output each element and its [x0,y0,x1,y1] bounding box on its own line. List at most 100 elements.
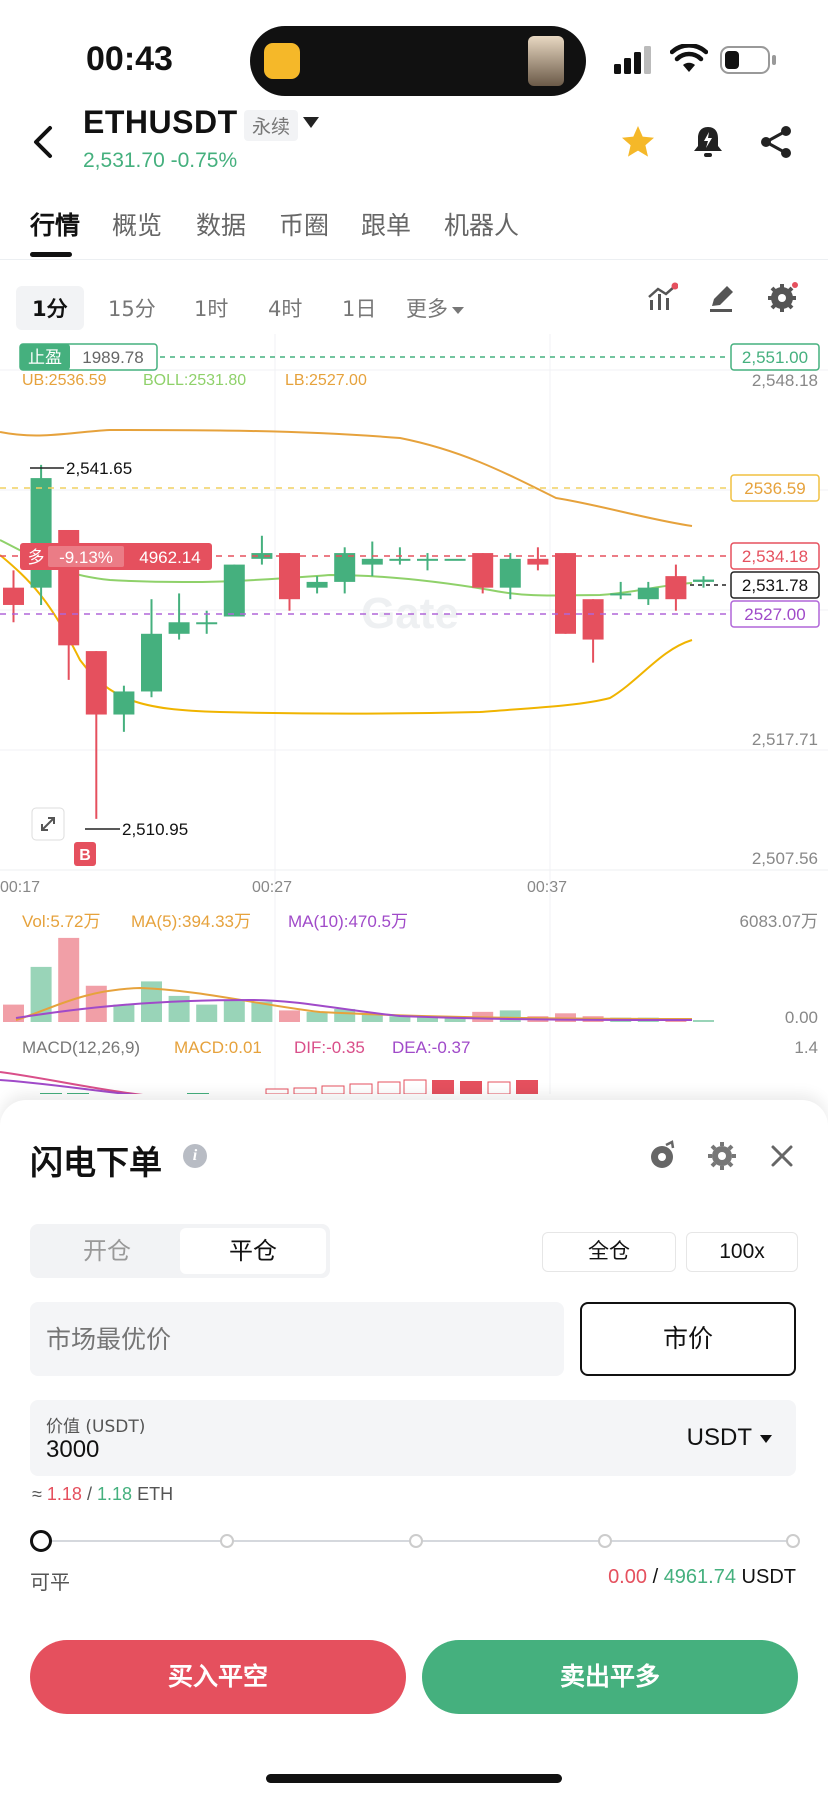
approx-eth: ≈ 1.18 / 1.18 ETH [32,1484,173,1505]
axis-top-label: 2,548.18 [752,371,818,390]
unit-select[interactable]: USDT [687,1424,772,1452]
buy-close-short-button[interactable]: 买入平空 [30,1640,406,1714]
leverage-button[interactable]: 100x [686,1232,798,1272]
home-indicator[interactable] [266,1774,562,1783]
interval-1d[interactable]: 1日 [326,286,392,330]
candle-body [582,599,604,640]
price-change: 2,531.70 -0.75% [83,149,237,173]
macd-value: MACD:0.01 [174,1038,262,1057]
value-label: 价值 (USDT) [46,1417,146,1437]
volume-bar [499,1010,521,1022]
volume-value: Vol:5.72万 [22,912,100,931]
buy-marker[interactable]: B [74,842,96,866]
slider-step[interactable] [598,1534,612,1548]
signal-icon [614,46,651,74]
interval-15m[interactable]: 15分 [92,286,172,330]
available-unit: USDT [741,1566,796,1588]
tp-price-value: 2,551.00 [742,348,808,367]
tab-community[interactable]: 币圈 [279,206,329,242]
value-field[interactable]: 价值 (USDT) 3000 USDT [30,1400,796,1476]
indicator-boll: BOLL:2531.80 [143,372,246,389]
value-input[interactable]: 3000 [46,1436,99,1464]
price-input[interactable] [30,1302,564,1376]
slider-step[interactable] [220,1534,234,1548]
volume-bar [113,1004,135,1022]
interval-4h[interactable]: 4时 [252,286,318,330]
draw-pencil-icon[interactable] [706,282,738,314]
last-price: 2,531.70 [83,149,165,172]
share-icon[interactable] [758,124,794,160]
available-label: 可平 [30,1570,70,1594]
high-marker-value: 2,541.65 [66,459,132,478]
macd-dea-line [0,1079,137,1094]
fullscreen-icon[interactable] [31,807,65,841]
kline-chart[interactable]: Gate 止盈 1989.78 UB:2536.59 BOLL:2531.80 … [0,334,828,1094]
candle-body [527,558,549,565]
slider-handle[interactable] [30,1530,52,1552]
info-icon[interactable]: i [183,1144,207,1168]
volume-ma5: MA(5):394.33万 [131,912,251,931]
position-tag[interactable]: 多 -9.13% 4962.14 [20,543,212,570]
position-side: 多 [28,548,45,568]
candle-body [113,691,135,715]
chart-settings-icon[interactable] [766,282,798,314]
candle-body [141,633,162,692]
interval-1h[interactable]: 1时 [178,286,244,330]
candle-body [223,564,245,617]
panel-title: 闪电下单 [30,1143,162,1182]
tab-copy-trade[interactable]: 跟单 [361,206,411,242]
take-profit-tag[interactable]: 止盈 1989.78 [19,343,158,371]
candle-body [389,558,411,561]
contract-type-tag[interactable]: 永续 [244,110,299,141]
take-profit-value: 1989.78 [82,348,143,367]
active-tab-indicator [30,252,72,257]
pair-title[interactable]: ETHUSDT [83,104,238,141]
market-price-button[interactable]: 市价 [580,1302,796,1376]
last-price-value: 2,531.78 [742,576,808,595]
position-price-value: 2,534.18 [742,547,808,566]
macd-dif: DIF:-0.35 [294,1038,365,1057]
change-percent: -0.75% [170,149,238,172]
candle-body [361,558,383,565]
last-price-tag: 2,531.78 [730,571,820,599]
unit-label: USDT [686,1424,752,1451]
tab-bots[interactable]: 机器人 [444,206,519,242]
approx-unit: ETH [137,1484,174,1504]
chevron-down-icon[interactable] [303,117,319,128]
alert-bell-icon[interactable] [690,124,726,160]
bollinger-upper-band [0,428,693,527]
close-icon[interactable] [765,1139,799,1173]
open-position-tab[interactable]: 开仓 [34,1228,180,1274]
indicator-icon[interactable] [646,282,678,314]
sell-close-long-button[interactable]: 卖出平多 [422,1640,798,1714]
slider-step[interactable] [409,1534,423,1548]
back-icon[interactable] [28,124,58,160]
close-position-tab[interactable]: 平仓 [180,1228,326,1274]
margin-mode-button[interactable]: 全仓 [542,1232,676,1272]
tab-data[interactable]: 数据 [196,206,246,242]
candles-group [3,464,714,819]
ub-price-value: 2536.59 [744,479,805,498]
candle-body [665,576,687,600]
approx-prefix: ≈ [32,1484,42,1504]
settings-icon[interactable] [705,1139,739,1173]
tab-market[interactable]: 行情 [30,206,80,242]
indicator-lb: LB:2527.00 [285,372,367,389]
chevron-down-icon [452,306,464,314]
tab-overview[interactable]: 概览 [112,206,162,242]
history-icon[interactable] [645,1139,679,1173]
candle-body [499,558,521,588]
slider-step[interactable] [786,1534,800,1548]
candle-body [693,579,714,582]
battery-icon [720,46,776,74]
interval-more-label: 更多 [406,297,448,321]
star-icon[interactable] [620,124,656,160]
interval-1m[interactable]: 1分 [16,286,84,330]
position-price-tag: 2,534.18 [730,542,820,570]
lb-price-value: 2527.00 [744,605,805,624]
wifi-icon [670,44,708,72]
position-pnl: -9.13% [59,548,113,567]
interval-more[interactable]: 更多 [390,286,480,330]
candle-body [444,558,466,561]
chevron-down-icon [760,1434,772,1443]
